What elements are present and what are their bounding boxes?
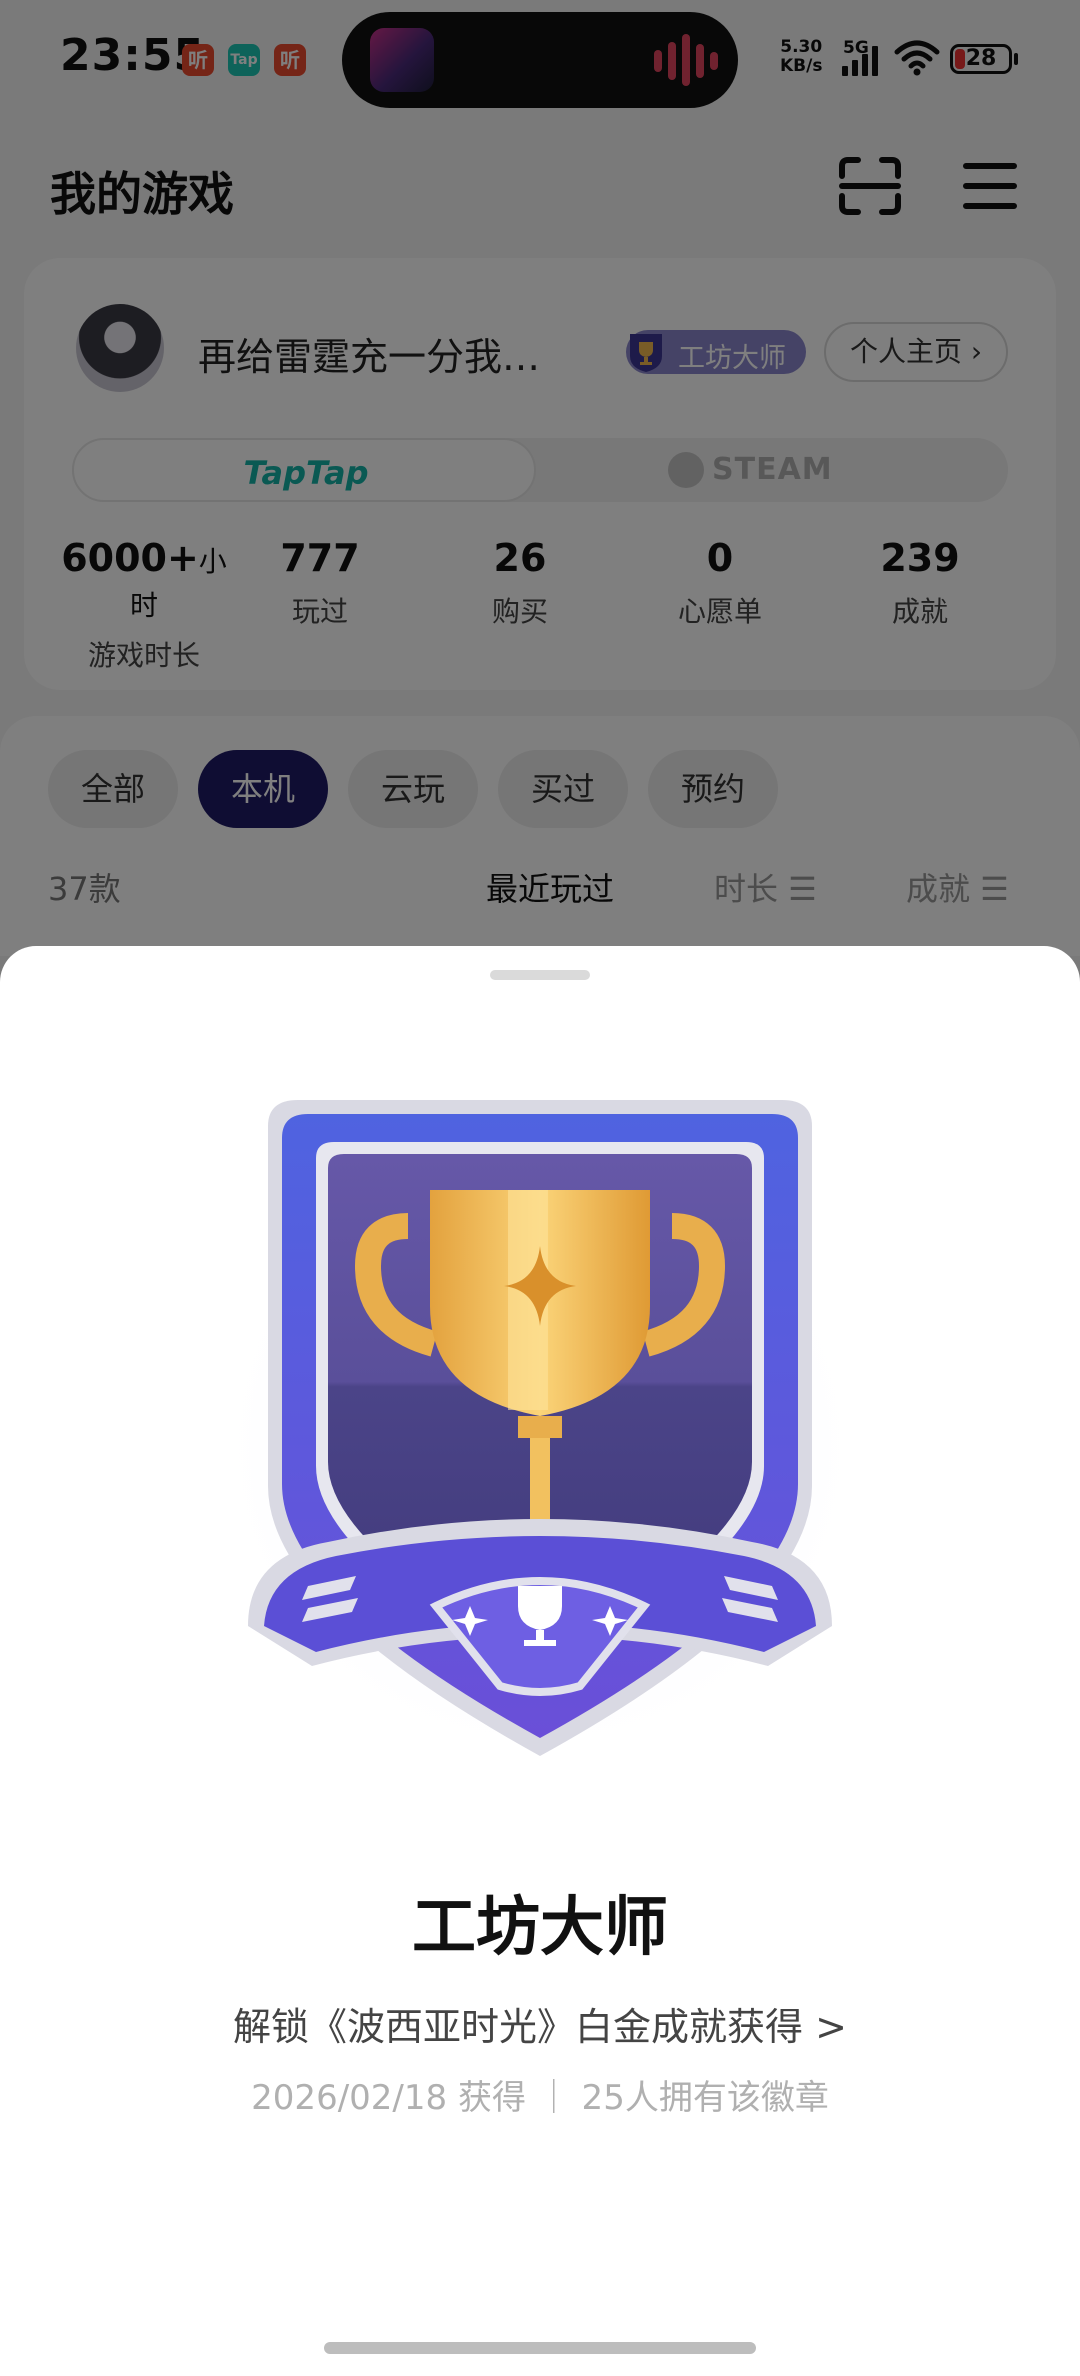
badge-description-link[interactable]: 解锁《波西亚时光》白金成就获得 > xyxy=(0,1996,1080,2051)
badge-title: 工坊大师 xyxy=(412,1891,668,1965)
badge-meta: 2026/02/18 获得 ｜ 25人拥有该徽章 xyxy=(251,2078,829,2118)
trophy-badge-icon xyxy=(210,1100,870,1766)
home-indicator[interactable] xyxy=(324,2342,756,2354)
drag-handle[interactable] xyxy=(490,970,590,980)
badge-detail-sheet: 工坊大师 解锁《波西亚时光》白金成就获得 > 2026/02/18 获得 ｜ 2… xyxy=(0,946,1080,2376)
